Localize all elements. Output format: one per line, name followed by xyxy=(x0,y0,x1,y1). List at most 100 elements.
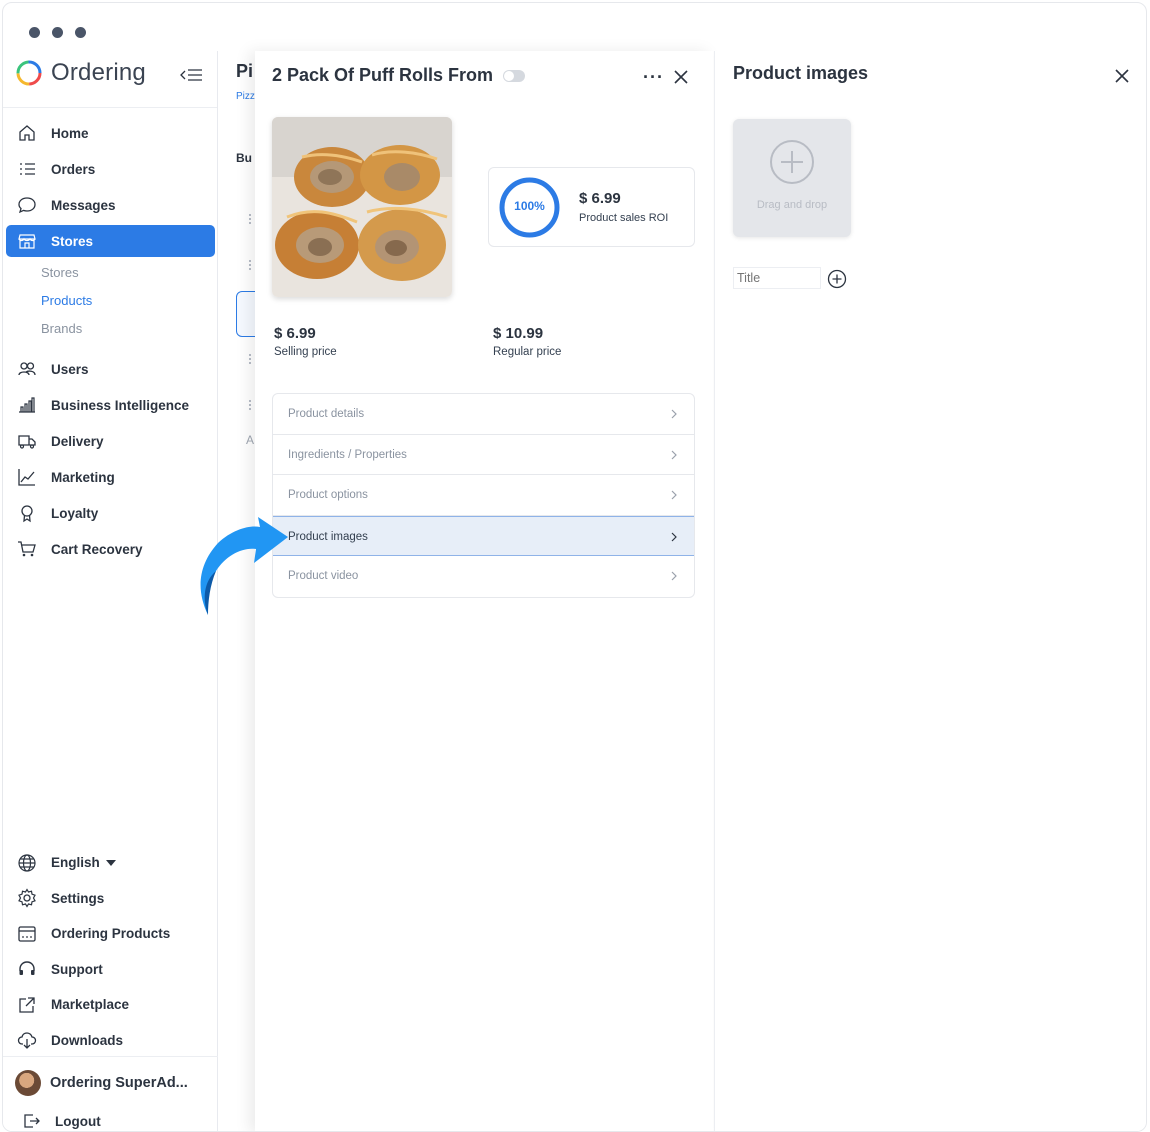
add-circle-icon[interactable] xyxy=(827,269,847,289)
roi-percent: 100% xyxy=(514,199,545,213)
chat-icon xyxy=(18,197,36,214)
user-profile[interactable]: Ordering SuperAd... xyxy=(3,1056,218,1116)
logo[interactable]: Ordering xyxy=(15,59,146,87)
sidebar-item-users[interactable]: Users xyxy=(3,351,218,387)
more-options-icon[interactable]: ··· xyxy=(643,67,664,88)
roi-card: 100% $ 6.99 Product sales ROI xyxy=(488,167,695,247)
drag-handle-icon[interactable] xyxy=(249,214,253,224)
sidebar-item-marketing[interactable]: Marketing xyxy=(3,459,218,495)
external-link-icon xyxy=(19,997,35,1013)
subnav-item-stores[interactable]: Stores xyxy=(41,259,218,287)
sidebar-item-label: Messages xyxy=(51,197,116,213)
language-label: English xyxy=(51,855,100,871)
sidebar-item-settings[interactable]: Settings xyxy=(3,881,218,917)
globe-icon xyxy=(18,854,36,872)
menu-item-label: Product video xyxy=(288,570,359,582)
sidebar-item-label: Business Intelligence xyxy=(51,397,190,413)
sidebar-item-marketplace[interactable]: Marketplace xyxy=(3,987,218,1023)
roi-label: Product sales ROI xyxy=(579,212,669,224)
menu-item-product-images[interactable]: Product images xyxy=(273,515,694,556)
chevron-right-icon xyxy=(671,490,677,500)
collapse-sidebar-icon[interactable] xyxy=(179,65,203,85)
sidebar-item-label: Users xyxy=(51,361,89,377)
sidebar-item-ordering-products[interactable]: Ordering Products xyxy=(3,916,218,952)
breadcrumb[interactable]: Pizz xyxy=(236,91,255,102)
sidebar-item-orders[interactable]: Orders xyxy=(3,151,218,187)
store-icon xyxy=(18,234,36,249)
window-dot[interactable] xyxy=(29,27,40,38)
drag-handle-icon[interactable] xyxy=(249,400,253,410)
close-icon[interactable] xyxy=(1113,67,1131,85)
sidebar-item-downloads[interactable]: Downloads xyxy=(3,1023,218,1059)
bottom-nav: English Settings Ordering Products Suppo… xyxy=(3,845,218,1058)
close-icon[interactable] xyxy=(672,68,690,86)
product-title: 2 Pack Of Puff Rolls From xyxy=(272,65,494,85)
product-images-panel: Product images Drag and drop xyxy=(714,51,1146,1131)
product-menu: Product details Ingredients / Properties… xyxy=(272,393,695,598)
chevron-right-icon xyxy=(671,409,677,419)
sidebar-item-home[interactable]: Home xyxy=(3,115,218,151)
selling-price: $ 6.99 Selling price xyxy=(274,325,337,358)
sidebar-item-label: Marketing xyxy=(51,469,115,485)
sidebar-item-label: Delivery xyxy=(51,433,104,449)
cart-icon xyxy=(18,541,36,557)
logout-button[interactable]: Logout xyxy=(21,1111,101,1131)
sidebar-item-loyalty[interactable]: Loyalty xyxy=(3,495,218,531)
sidebar-item-label: Ordering Products xyxy=(51,926,171,942)
footer-text: A xyxy=(246,433,255,447)
sidebar-item-label: Marketplace xyxy=(51,997,130,1013)
sidebar-item-label: Cart Recovery xyxy=(51,541,143,557)
window-controls xyxy=(29,27,86,38)
sidebar-item-label: Support xyxy=(51,961,103,977)
language-selector[interactable]: English xyxy=(3,845,218,881)
logo-ring-icon xyxy=(16,60,42,86)
menu-item-label: Product images xyxy=(288,530,368,543)
logout-icon xyxy=(24,1114,40,1128)
image-dropzone[interactable]: Drag and drop xyxy=(733,119,851,237)
section-title: Bu xyxy=(236,151,252,165)
user-name: Ordering SuperAd... xyxy=(50,1075,188,1091)
sidebar-item-business-intelligence[interactable]: Business Intelligence xyxy=(3,387,218,423)
sidebar-item-cart-recovery[interactable]: Cart Recovery xyxy=(3,531,218,567)
bar-chart-icon xyxy=(19,397,35,413)
selected-row[interactable] xyxy=(236,291,255,337)
chevron-right-icon xyxy=(671,450,677,459)
divider xyxy=(3,107,217,108)
drag-handle-icon[interactable] xyxy=(249,260,253,270)
product-photo[interactable] xyxy=(272,117,452,297)
roi-price: $ 6.99 xyxy=(579,190,621,207)
product-panel: 2 Pack Of Puff Rolls From ··· 100% $ 6.9… xyxy=(255,51,713,1131)
headset-icon xyxy=(19,961,35,976)
app-window: Ordering Home Orders Messages Stores Sto… xyxy=(2,2,1147,1132)
subnav-item-brands[interactable]: Brands xyxy=(41,315,218,343)
page-title: Pi xyxy=(236,61,254,81)
menu-item-label: Ingredients / Properties xyxy=(288,448,407,461)
image-title-input[interactable] xyxy=(733,267,821,289)
logout-label: Logout xyxy=(55,1113,101,1129)
drag-handle-icon[interactable] xyxy=(249,354,253,364)
menu-item-label: Product details xyxy=(288,408,365,420)
regular-price: $ 10.99 Regular price xyxy=(493,325,561,358)
puff-rolls-image xyxy=(272,117,452,297)
sidebar-item-support[interactable]: Support xyxy=(3,952,218,988)
panel-title: Product images xyxy=(733,63,869,83)
sidebar-item-stores[interactable]: Stores xyxy=(6,225,215,257)
subnav-item-products[interactable]: Products xyxy=(41,287,218,315)
product-enabled-toggle[interactable] xyxy=(503,70,525,82)
calendar-icon xyxy=(18,926,36,942)
sidebar-item-label: Orders xyxy=(51,161,96,177)
app-name: Ordering xyxy=(51,59,146,86)
menu-item-ingredients[interactable]: Ingredients / Properties xyxy=(273,435,694,475)
menu-item-product-options[interactable]: Product options xyxy=(273,475,694,516)
cloud-download-icon xyxy=(17,1032,37,1050)
home-icon xyxy=(19,125,35,141)
gear-icon xyxy=(18,888,36,908)
window-dot[interactable] xyxy=(52,27,63,38)
menu-item-product-details[interactable]: Product details xyxy=(273,394,694,435)
menu-item-product-video[interactable]: Product video xyxy=(273,556,694,597)
medal-icon xyxy=(21,505,33,523)
window-dot[interactable] xyxy=(75,27,86,38)
sidebar-item-messages[interactable]: Messages xyxy=(3,187,218,223)
sidebar-item-label: Loyalty xyxy=(51,505,99,521)
sidebar-item-delivery[interactable]: Delivery xyxy=(3,423,218,459)
